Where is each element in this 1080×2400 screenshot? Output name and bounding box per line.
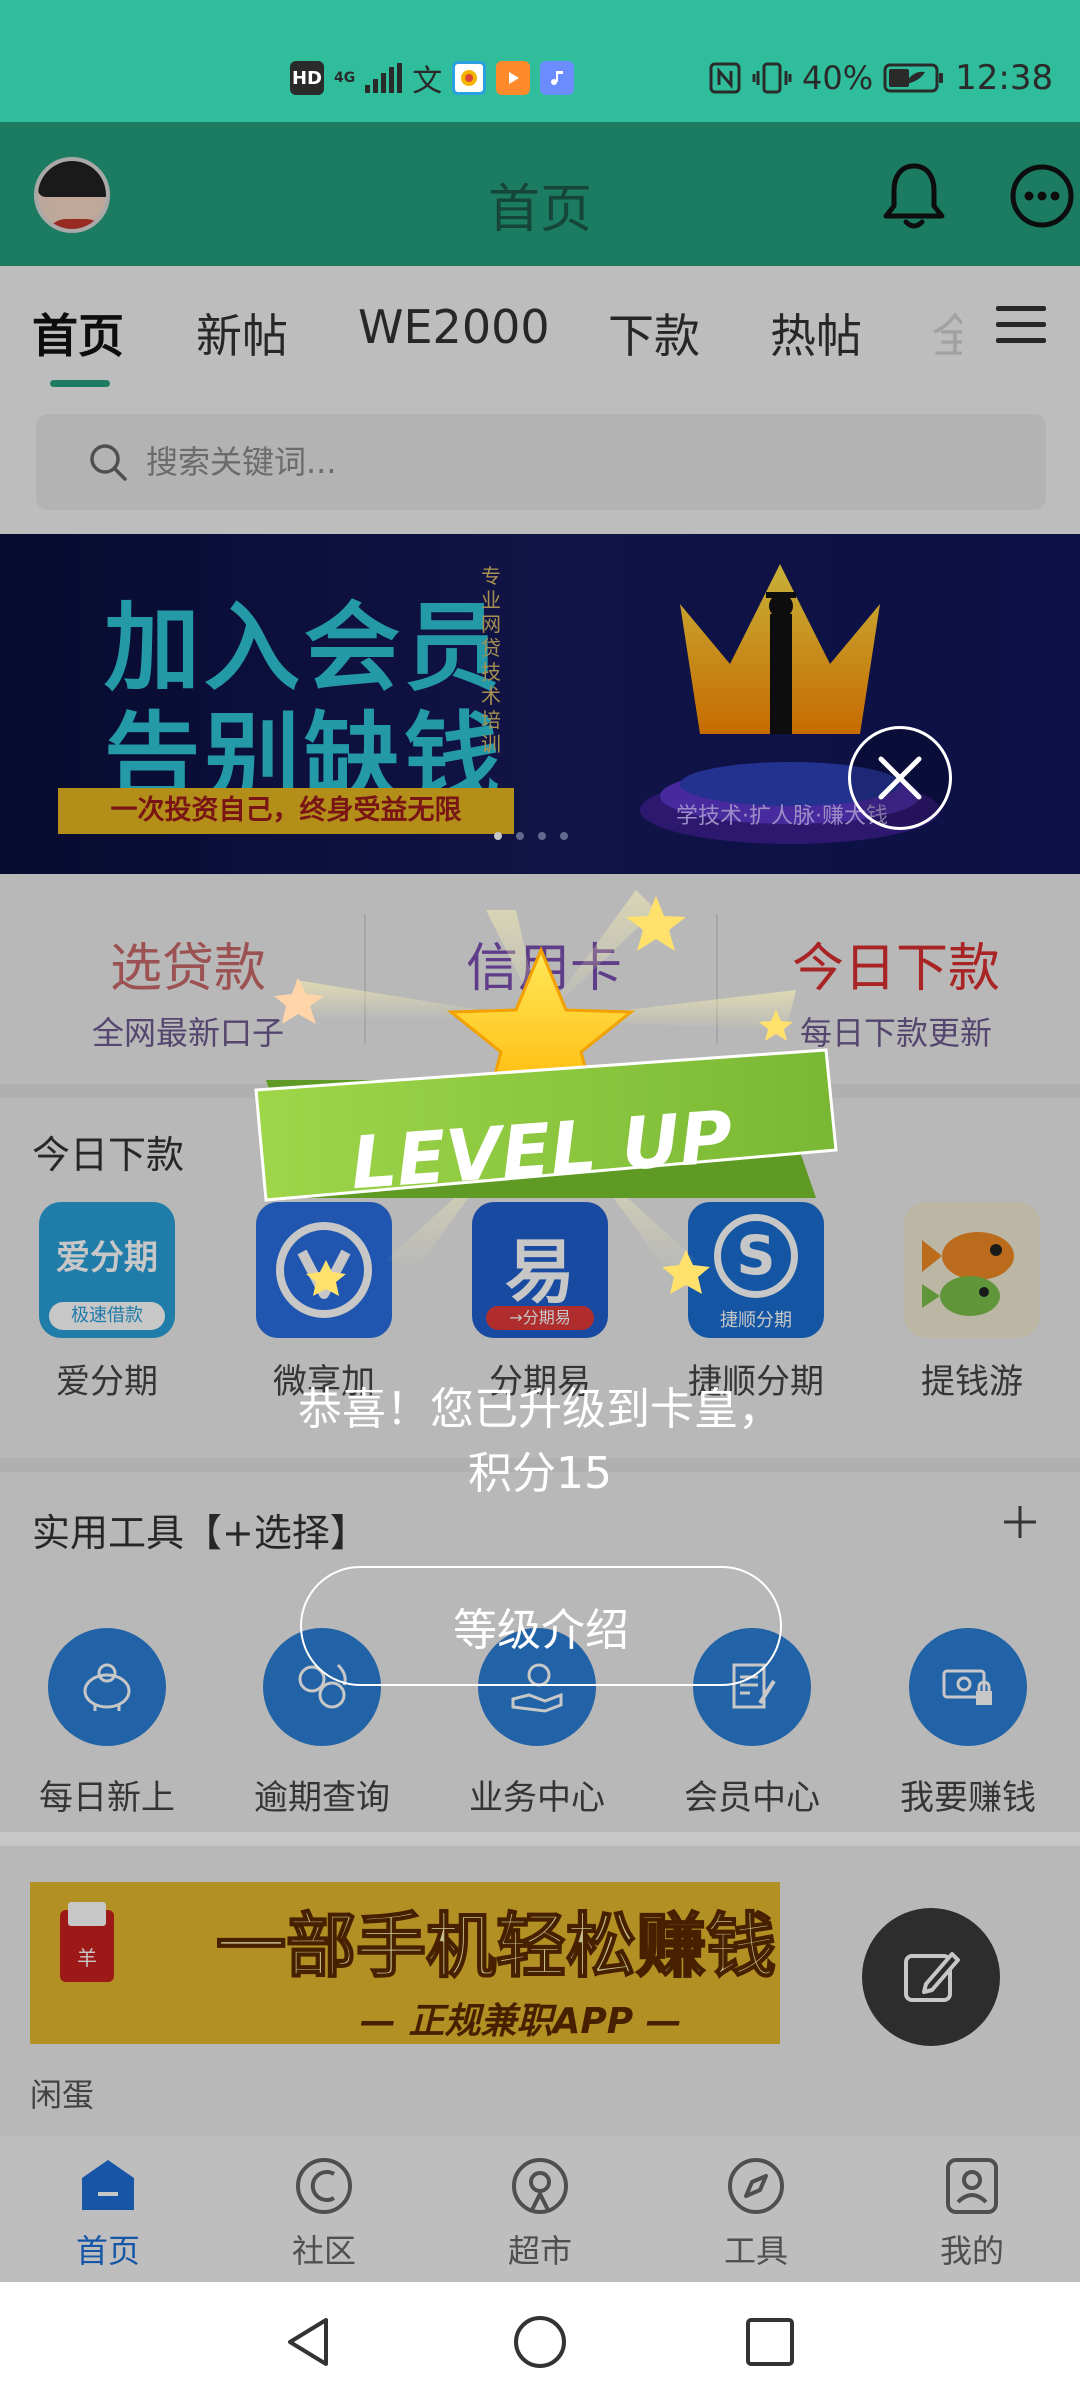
- close-icon: [878, 756, 922, 800]
- close-button[interactable]: [848, 726, 952, 830]
- wen-icon: 文: [412, 64, 443, 99]
- status-left-group: HD 4G 文: [290, 56, 575, 100]
- video-app-icon: [496, 61, 531, 95]
- status-right-group: 40% 12:38: [708, 56, 1053, 100]
- level-intro-button[interactable]: 等级介绍: [300, 1566, 782, 1686]
- music-app-icon: [540, 61, 575, 95]
- clock: 12:38: [955, 58, 1054, 98]
- level-up-badge: LEVEL UP: [254, 890, 838, 1296]
- battery-icon: [883, 63, 944, 93]
- hd-icon: HD: [290, 61, 324, 95]
- home-circle-icon[interactable]: [510, 2312, 570, 2372]
- level-up-message: 恭喜！您已升级到卡皇，积分15: [298, 1384, 782, 1499]
- system-nav-bar: [0, 2282, 1080, 2400]
- back-icon[interactable]: [280, 2312, 340, 2372]
- signal-icon: [365, 63, 403, 93]
- vibrate-icon: [752, 62, 792, 94]
- recents-icon[interactable]: [740, 2312, 800, 2372]
- browser-app-icon: [452, 61, 487, 95]
- status-bar: HD 4G 文 40% 12:38: [0, 0, 1080, 122]
- network-gen-label: 4G: [334, 70, 356, 86]
- battery-percent: 40%: [802, 59, 874, 97]
- nfc-icon: [709, 62, 741, 94]
